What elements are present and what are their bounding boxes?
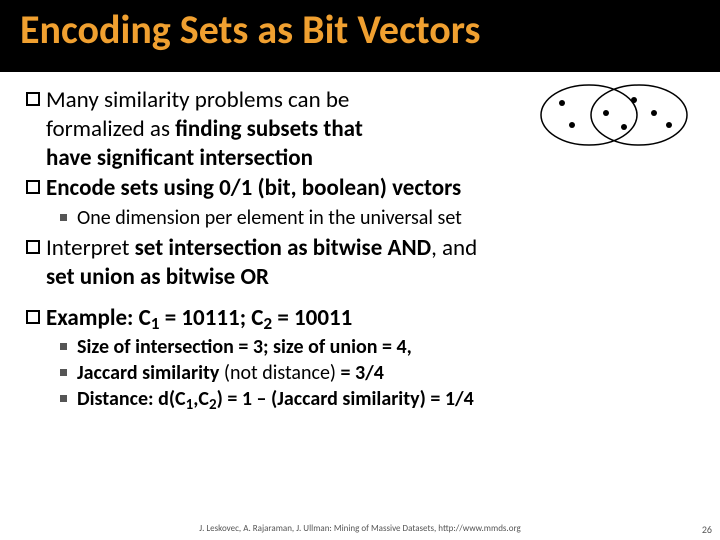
bullet-4-sublist: Size of intersection = 3; size of union …	[60, 335, 694, 411]
bullet-1-text: Many similarity problems can be formaliz…	[46, 86, 363, 172]
bullet-4: Example: C1 = 10111; C2 = 10011	[26, 304, 694, 333]
title-bar: Encoding Sets as Bit Vectors	[0, 0, 720, 72]
sub-text: Jaccard similarity (not distance) = 3/4	[77, 361, 384, 385]
square-bullet-icon	[60, 214, 67, 221]
sub-bullet: Size of intersection = 3; size of union …	[60, 335, 694, 359]
box-bullet-icon	[26, 310, 40, 324]
bullet-3-text: Interpret set intersection as bitwise AN…	[46, 234, 477, 292]
slide-title: Encoding Sets as Bit Vectors	[20, 8, 480, 52]
sub-text: Size of intersection = 3; size of union …	[77, 335, 412, 359]
sub-bullet: Jaccard similarity (not distance) = 3/4	[60, 361, 694, 385]
box-bullet-icon	[26, 240, 40, 254]
bullet-2-sublist: One dimension per element in the univers…	[60, 206, 694, 230]
sub-text: One dimension per element in the univers…	[77, 206, 462, 230]
square-bullet-icon	[60, 369, 67, 376]
page-number: 26	[702, 523, 712, 536]
sub-bullet: One dimension per element in the univers…	[60, 206, 694, 230]
footer-citation: J. Leskovec, A. Rajaraman, J. Ullman: Mi…	[0, 523, 720, 534]
square-bullet-icon	[60, 343, 67, 350]
box-bullet-icon	[26, 180, 40, 194]
bullet-2: Encode sets using 0/1 (bit, boolean) vec…	[26, 174, 694, 203]
bullet-3: Interpret set intersection as bitwise AN…	[26, 234, 694, 292]
bullet-2-text: Encode sets using 0/1 (bit, boolean) vec…	[46, 174, 461, 203]
bullet-4-text: Example: C1 = 10111; C2 = 10011	[46, 304, 352, 333]
box-bullet-icon	[26, 92, 40, 106]
venn-diagram	[534, 75, 694, 155]
square-bullet-icon	[60, 395, 67, 402]
sub-bullet: Distance: d(C1,C2) = 1 – (Jaccard simila…	[60, 387, 694, 411]
slide-content: Many similarity problems can be formaliz…	[0, 72, 720, 411]
sub-text: Distance: d(C1,C2) = 1 – (Jaccard simila…	[77, 387, 474, 411]
